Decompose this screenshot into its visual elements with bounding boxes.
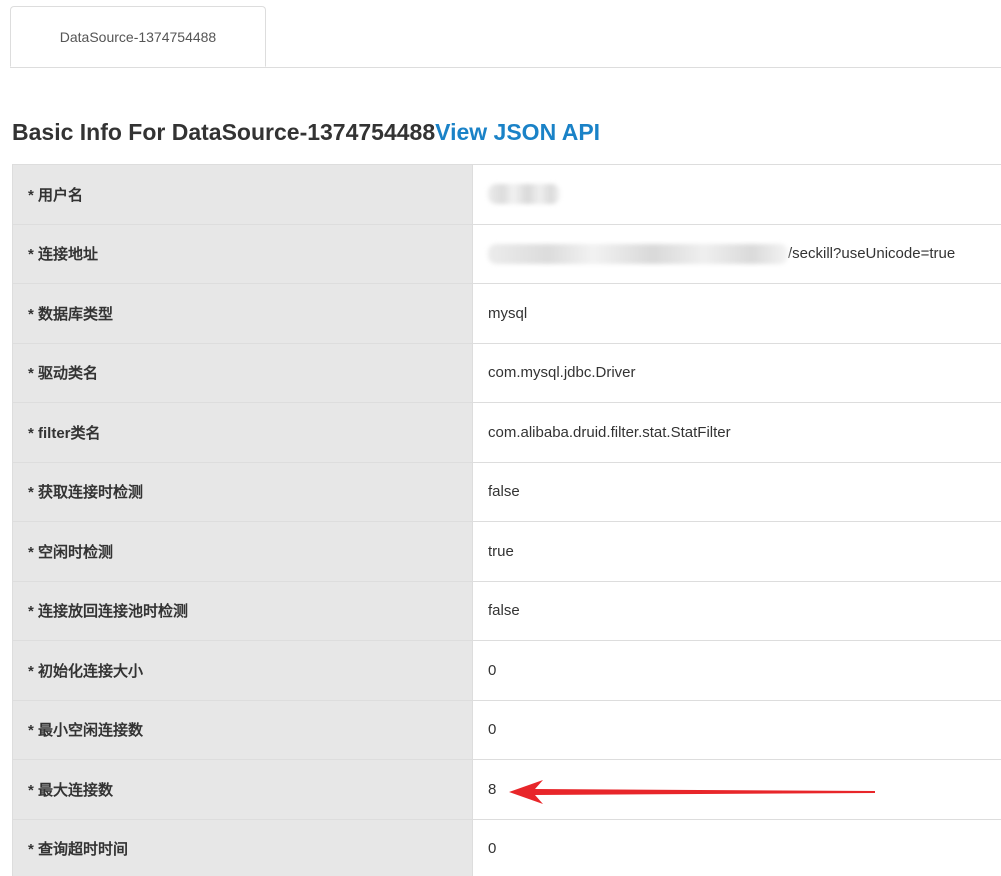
row-value: 0 (472, 699, 1001, 760)
row-value: /seckill?useUnicode=true (472, 223, 1001, 284)
row-value: 0 (472, 640, 1001, 701)
row-key: * 连接地址 (12, 223, 473, 284)
page-title-text: Basic Info For DataSource-1374754488 (12, 119, 436, 145)
table-row: * 获取连接时检测 false (12, 461, 1001, 522)
row-key: * 连接放回连接池时检测 (12, 580, 473, 641)
row-value: com.alibaba.druid.filter.stat.StatFilter (472, 402, 1001, 463)
table-row: * filter类名 com.alibaba.druid.filter.stat… (12, 402, 1001, 463)
row-key: * 最小空闲连接数 (12, 699, 473, 760)
table-row: * 初始化连接大小 0 (12, 640, 1001, 701)
row-key: * 驱动类名 (12, 342, 473, 403)
row-key: * 空闲时检测 (12, 521, 473, 582)
row-key: * 初始化连接大小 (12, 640, 473, 701)
table-row: * 连接地址 /seckill?useUnicode=true (12, 223, 1001, 284)
row-value: false (472, 461, 1001, 522)
row-value: com.mysql.jdbc.Driver (472, 342, 1001, 403)
red-arrow-icon (509, 780, 875, 804)
row-value: false (472, 580, 1001, 641)
table-row: * 用户名 (12, 164, 1001, 225)
row-value: 0 (472, 818, 1001, 876)
table-row: * 数据库类型 mysql (12, 283, 1001, 344)
row-key: * filter类名 (12, 402, 473, 463)
row-value: true (472, 521, 1001, 582)
basic-info-table: * 用户名 * 连接地址 /seckill?useUnicode=true * … (12, 164, 1001, 876)
view-json-api-link[interactable]: View JSON API (435, 119, 600, 145)
table-row: * 驱动类名 com.mysql.jdbc.Driver (12, 342, 1001, 403)
page: DataSource-1374754488 Basic Info For Dat… (0, 0, 1001, 876)
row-key: * 数据库类型 (12, 283, 473, 344)
table-row: * 查询超时时间 0 (12, 818, 1001, 876)
page-title: Basic Info For DataSource-1374754488View… (12, 114, 600, 150)
row-key: * 用户名 (12, 164, 473, 225)
row-key: * 查询超时时间 (12, 818, 473, 876)
row-key: * 最大连接数 (12, 759, 473, 820)
row-value: mysql (472, 283, 1001, 344)
redacted-blur (488, 184, 560, 205)
table-row: * 连接放回连接池时检测 false (12, 580, 1001, 641)
table-row: * 空闲时检测 true (12, 521, 1001, 582)
row-key: * 获取连接时检测 (12, 461, 473, 522)
table-row: * 最小空闲连接数 0 (12, 699, 1001, 760)
redacted-blur (488, 243, 788, 264)
tab-datasource[interactable]: DataSource-1374754488 (10, 6, 266, 67)
tab-bar: DataSource-1374754488 (10, 0, 1001, 68)
row-value-text: /seckill?useUnicode=true (788, 244, 956, 262)
row-value (472, 164, 1001, 225)
